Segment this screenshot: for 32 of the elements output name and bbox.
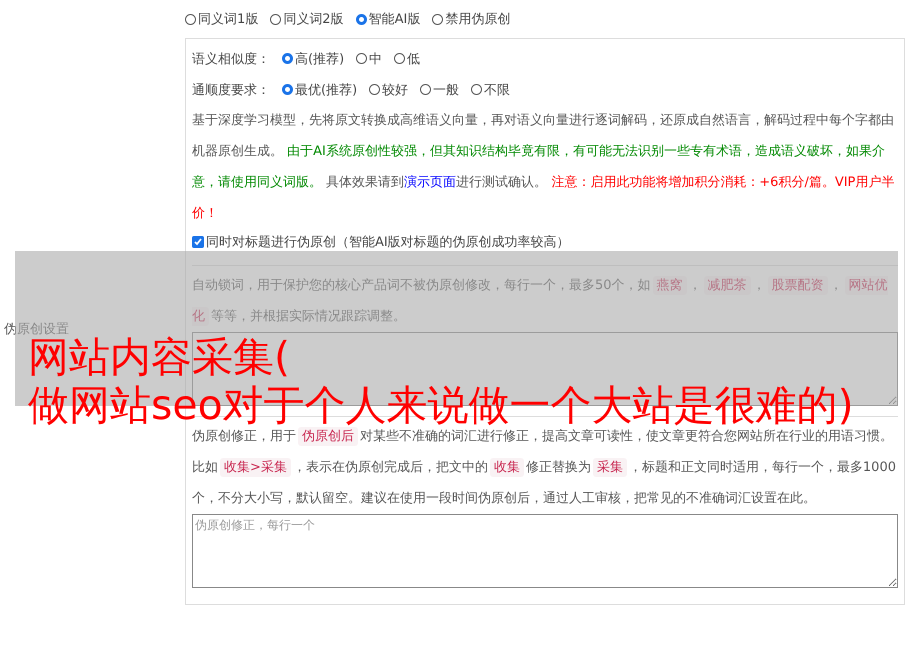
radio-option[interactable]: 较好 [369, 80, 408, 98]
corrections-description: 伪原创修正，用于 伪原创后 对某些不准确的词汇进行修正，提高文章可读性，使文章更符合您网站所在行业的用语习惯。比如 收集>采集 ，表示在伪原创完成后，把文中的 收集 修正替换为 采集 ，标题和正文同时适用，每行一个，最多1000个，不分大小写，默认留空。建议在使用一段时间伪原创后，通过人工审核，把常见的不准确词汇设置在此。 [192, 426, 897, 508]
radio-option[interactable]: 同义词2版 [270, 10, 344, 28]
checkbox[interactable] [192, 236, 204, 248]
radio-option[interactable]: 一般 [420, 80, 460, 98]
field-label: 语义相似度： [192, 50, 270, 68]
ai-description: 基于深度学习模型，先将原文转换成高维语义向量，再对语义向量进行逐词解码，还原成自然语言，解码过程中每个字都由机器原创生成。 由于AI系统原创性较强，但其知识结构毕竟有限，有可能无法识别一些专有术语，造成语义破坏，如果介意，请使用同义词版。 具体效果请到演示页面进行测试确认。 注意：启用此功能将增加积分消耗：+6积分/篇。VIP用户半价！ [192, 112, 896, 223]
lock-words-description: 自动锁词，用于保护您的核心产品词不被伪原创修改，每行一个，最多50个，如 燕窝 ， 减肥茶 ， 股票配资 ， 网站优化 等等，并根据实际情况跟踪调整。 [192, 275, 889, 328]
radio-icon[interactable] [420, 84, 432, 95]
radio-option[interactable]: 禁用伪原创 [432, 10, 510, 28]
radio-option[interactable]: 中 [356, 50, 382, 68]
radio-icon[interactable] [356, 53, 368, 64]
demo-page-link[interactable]: 演示页面 [404, 175, 456, 190]
radio-icon[interactable] [369, 84, 380, 95]
radio-icon[interactable] [432, 14, 444, 24]
radio-option[interactable]: 不限 [471, 80, 510, 98]
radio-icon[interactable] [282, 84, 293, 95]
radio-icon[interactable] [185, 14, 196, 24]
radio-option[interactable]: 低 [394, 50, 420, 68]
radio-option[interactable]: 最优(推荐) [282, 80, 358, 98]
radio-icon[interactable] [471, 84, 482, 95]
radio-icon[interactable] [394, 53, 406, 64]
radio-icon[interactable] [270, 14, 282, 24]
title-checkbox-option[interactable]: 同时对标题进行伪原创（智能AI版对标题的伪原创成功率较高） [192, 229, 898, 255]
overlay-caption: 做网站seo对于个人来说做一个大站是很难的) [28, 381, 854, 429]
radio-icon[interactable] [282, 53, 293, 64]
radio-option[interactable]: 高(推荐) [282, 50, 344, 68]
radio-icon[interactable] [356, 14, 367, 24]
radio-option[interactable]: 智能AI版 [356, 10, 420, 28]
field-label: 通顺度要求： [192, 82, 270, 98]
radio-option[interactable]: 同义词1版 [185, 10, 258, 28]
corrections-field[interactable]: 伪原创修正，每行一个 [192, 514, 898, 588]
